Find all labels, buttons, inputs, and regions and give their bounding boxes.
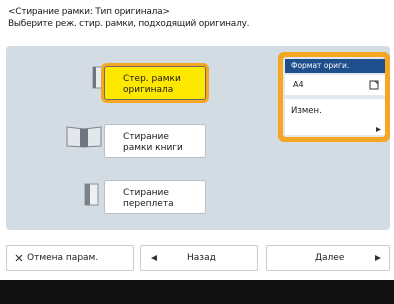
change-format-label: Измен. bbox=[291, 106, 322, 116]
original-frame-erase-label-2: оригинала bbox=[123, 85, 174, 95]
close-icon bbox=[15, 254, 23, 262]
change-format-button[interactable]: Измен. bbox=[285, 99, 385, 135]
arrow-right-icon bbox=[375, 255, 381, 261]
portrait-page-icon bbox=[369, 80, 379, 90]
corner-arrow-icon bbox=[376, 127, 381, 132]
original-format-panel: Формат ориги. A4 Измен. bbox=[278, 52, 390, 142]
cancel-settings-button[interactable]: Отмена парам. bbox=[6, 245, 134, 271]
back-label: Назад bbox=[187, 253, 216, 263]
original-format-panel-inner: Формат ориги. A4 Измен. bbox=[283, 57, 385, 137]
cancel-settings-label: Отмена парам. bbox=[27, 253, 99, 263]
original-frame-erase-button[interactable]: Стер. рамки оригинала bbox=[104, 66, 206, 100]
original-frame-erase-label-1: Стер. рамки bbox=[123, 74, 181, 84]
screen-instruction: Выберите реж. стир. рамки, подходящий ор… bbox=[8, 19, 250, 29]
screen-header: <Стирание рамки: Тип оригинала> Выберите… bbox=[8, 6, 250, 30]
binding-erase-label-1: Стирание bbox=[123, 188, 169, 198]
next-label: Далее bbox=[315, 253, 345, 263]
back-button[interactable]: Назад bbox=[140, 245, 258, 271]
binding-document-icon bbox=[84, 183, 99, 206]
arrow-left-icon bbox=[151, 255, 157, 261]
book-frame-erase-label-2: рамки книги bbox=[123, 143, 183, 153]
open-book-icon bbox=[66, 126, 102, 148]
footer-bar bbox=[0, 280, 394, 304]
book-frame-erase-button[interactable]: Стирание рамки книги bbox=[104, 124, 206, 158]
book-frame-erase-label-1: Стирание bbox=[123, 132, 169, 142]
original-format-size: A4 bbox=[293, 80, 304, 89]
original-format-header: Формат ориги. bbox=[285, 59, 385, 73]
original-format-value: A4 bbox=[285, 75, 385, 95]
screen-title: <Стирание рамки: Тип оригинала> bbox=[8, 7, 170, 17]
binding-erase-button[interactable]: Стирание переплета bbox=[104, 180, 206, 214]
binding-erase-label-2: переплета bbox=[123, 199, 174, 209]
next-button[interactable]: Далее bbox=[266, 245, 390, 271]
